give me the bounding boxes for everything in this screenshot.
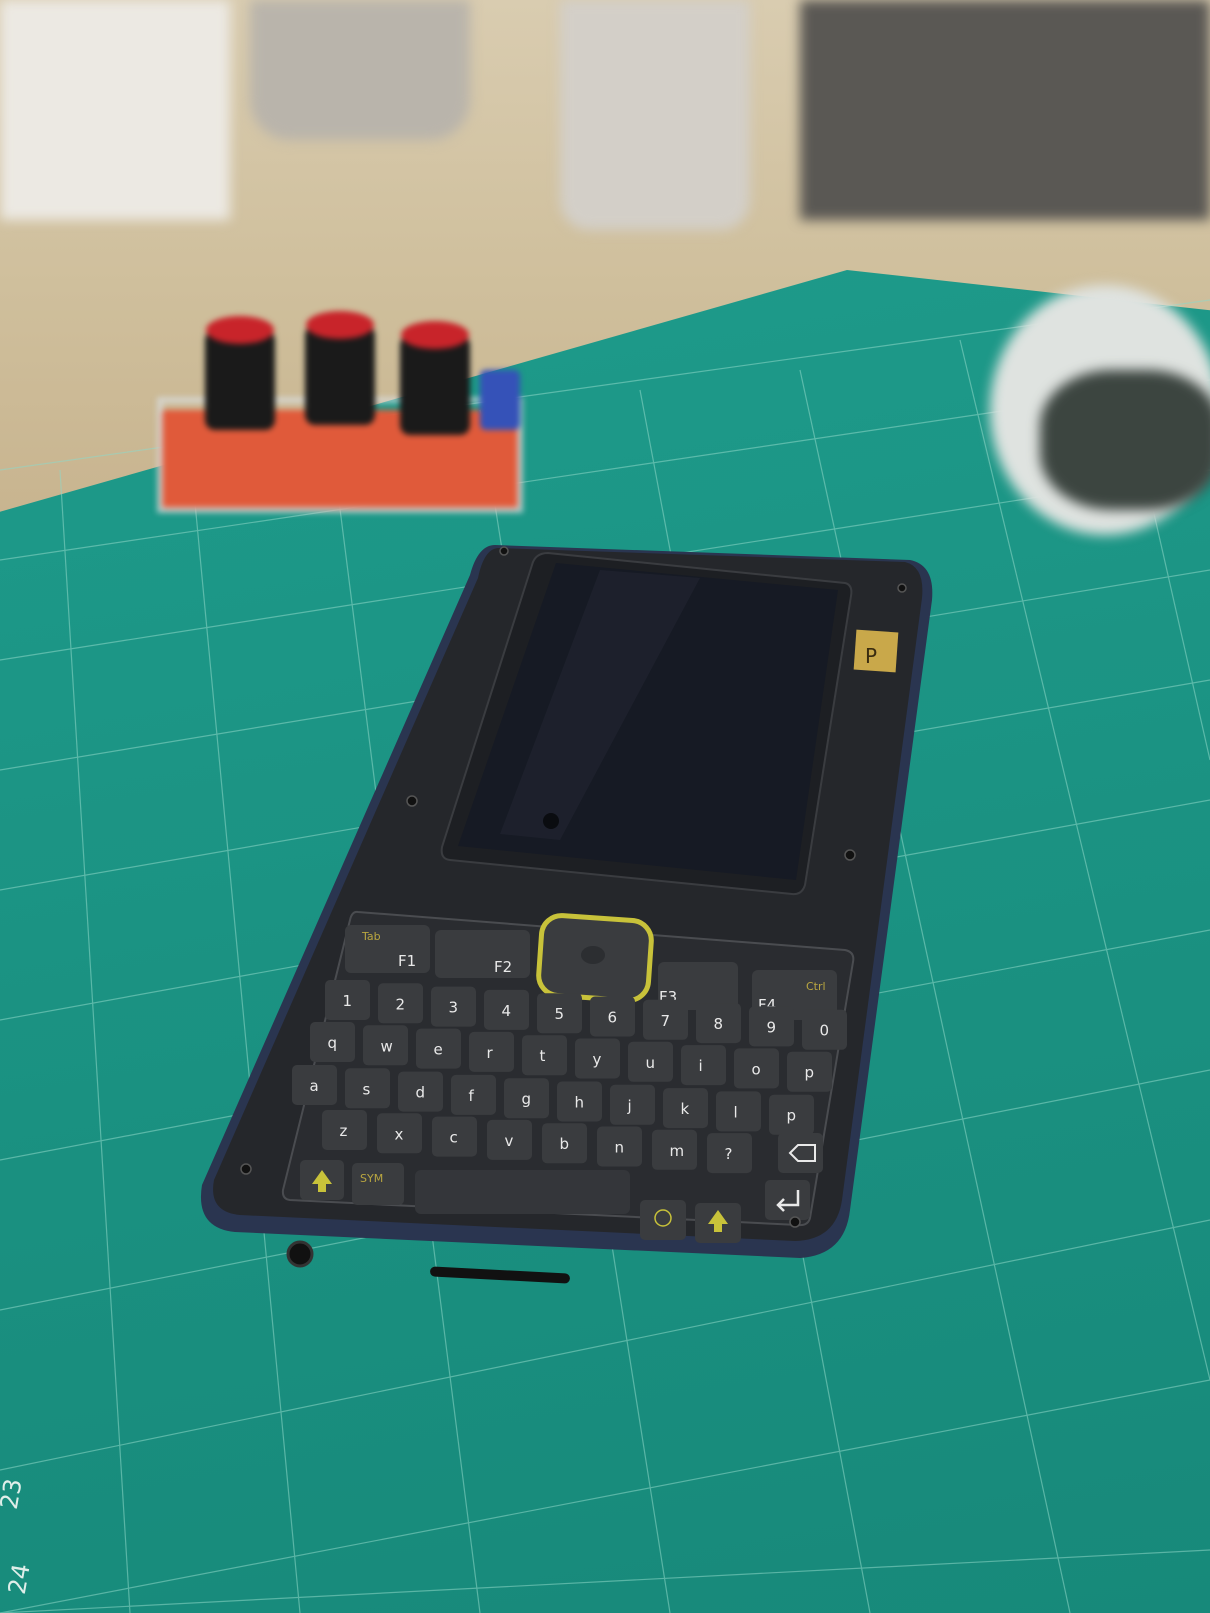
sym-label: SYM	[360, 1172, 383, 1185]
letter-key-label: y	[593, 1051, 602, 1069]
number-key-label: 3	[449, 999, 459, 1017]
letter-key-label: b	[560, 1135, 570, 1153]
letter-key-label: a	[310, 1077, 319, 1095]
dpad-center	[581, 946, 605, 964]
f2-label: F2	[494, 958, 512, 976]
letter-key-label: w	[381, 1037, 393, 1055]
screw	[789, 1216, 801, 1228]
backspace-key[interactable]	[778, 1133, 823, 1173]
letter-key-label: j	[627, 1097, 632, 1115]
number-key-label: 5	[555, 1005, 565, 1023]
letter-key-label: u	[646, 1054, 656, 1072]
letter-key-label: g	[522, 1090, 532, 1108]
usb-port	[430, 1266, 570, 1284]
number-key-label: 9	[767, 1018, 777, 1036]
letter-key-label: f	[469, 1087, 475, 1105]
screen-key-label: P	[865, 644, 877, 668]
letter-key-label: s	[363, 1080, 371, 1098]
emoji-key[interactable]	[640, 1200, 686, 1240]
f1-key[interactable]	[345, 925, 430, 973]
letter-key-label: d	[416, 1084, 426, 1102]
enter-key[interactable]	[765, 1180, 810, 1220]
letter-key[interactable]	[716, 1091, 761, 1132]
number-key-label: 0	[820, 1022, 830, 1040]
screw	[240, 1163, 252, 1175]
letter-key-label: x	[395, 1125, 404, 1143]
letter-key[interactable]	[610, 1084, 655, 1125]
letter-key-label: e	[434, 1041, 443, 1059]
ctrl-label: Ctrl	[806, 980, 826, 993]
letter-key-label: k	[681, 1100, 690, 1118]
number-key-label: 7	[661, 1012, 671, 1030]
screw	[499, 546, 509, 556]
qwerty-phone: P F1 Tab F2 F3 F4 Ctrl 1234567890 qwerty…	[200, 545, 933, 1284]
number-key-label: 6	[608, 1009, 618, 1027]
letter-key-label: h	[575, 1094, 585, 1112]
letter-key-label: n	[615, 1139, 625, 1157]
letter-key-label: i	[699, 1057, 703, 1075]
letter-key-label: q	[328, 1034, 338, 1052]
letter-key-label: ?	[725, 1145, 733, 1163]
screw	[897, 583, 907, 593]
screen-dot	[543, 813, 559, 829]
letter-key-label: p	[787, 1107, 797, 1125]
letter-key-label: z	[340, 1122, 348, 1140]
letter-key[interactable]	[681, 1045, 726, 1086]
letter-key-label: m	[670, 1142, 685, 1160]
letter-key-label: c	[450, 1129, 458, 1147]
letter-key-label: r	[487, 1044, 494, 1062]
number-key-label: 8	[714, 1015, 724, 1033]
screw	[406, 795, 418, 807]
number-key-label: 2	[396, 995, 406, 1013]
letter-key-label: v	[505, 1132, 514, 1150]
letter-key-label: t	[540, 1047, 546, 1065]
f2-key[interactable]	[435, 930, 530, 978]
number-key-label: 4	[502, 1002, 512, 1020]
space-key[interactable]	[415, 1170, 630, 1214]
screw	[844, 849, 856, 861]
number-key-label: 1	[343, 992, 353, 1010]
tab-label: Tab	[361, 930, 381, 943]
f1-label: F1	[398, 952, 416, 970]
letter-key-label: p	[805, 1064, 815, 1082]
letter-key-label: o	[752, 1060, 761, 1078]
letter-key-label: l	[734, 1103, 738, 1121]
headphone-jack	[286, 1240, 314, 1268]
